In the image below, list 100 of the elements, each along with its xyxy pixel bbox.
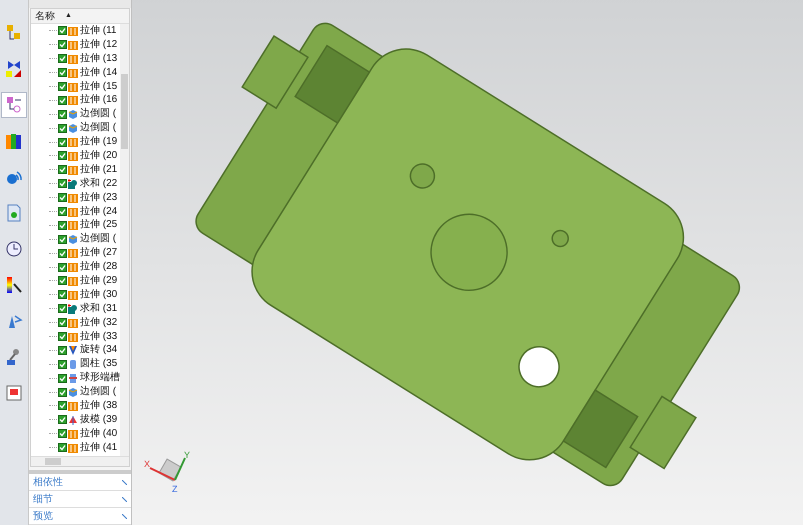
feature-label: 拉伸 (23 — [80, 192, 118, 203]
extrude-icon — [68, 137, 78, 148]
tree-row[interactable]: 拔模 (39 — [31, 412, 120, 427]
checkbox[interactable] — [58, 332, 67, 342]
tree-row[interactable]: 拉伸 (40 — [31, 426, 120, 441]
scrollbar-thumb[interactable] — [45, 458, 61, 465]
tree-row[interactable]: 拉伸 (13 — [31, 52, 120, 66]
feature-label: 边倒圆 ( — [80, 123, 116, 134]
tree-row[interactable]: 拉伸 (14 — [31, 66, 120, 80]
tree-row[interactable]: 旋转 (34 — [31, 343, 120, 358]
feature-label: 拉伸 (38 — [80, 400, 118, 411]
checkbox[interactable] — [58, 40, 67, 50]
checkbox[interactable] — [58, 346, 67, 355]
tree-row[interactable]: 求和 (31 — [31, 302, 120, 316]
extrude-icon — [68, 95, 78, 106]
checkbox[interactable] — [58, 374, 67, 383]
tree-row[interactable]: 拉伸 (15 — [31, 80, 120, 94]
checkbox[interactable] — [58, 82, 67, 91]
checkbox[interactable] — [58, 110, 67, 119]
scrollbar-thumb[interactable] — [121, 74, 128, 149]
feature-label: 求和 (22 — [80, 178, 118, 189]
section-header[interactable]: 细节 — [29, 491, 131, 508]
section-header[interactable]: 相依性 — [29, 474, 131, 491]
feature-label: 拔模 (39 — [80, 414, 118, 425]
tree-row[interactable]: 边倒圆 ( — [31, 107, 120, 122]
tree-row[interactable]: 拉伸 (24 — [31, 204, 120, 218]
feature-label: 拉伸 (13 — [80, 54, 118, 64]
extrude-icon — [68, 318, 78, 328]
tree-row[interactable]: 拉伸 (23 — [31, 190, 120, 205]
checkbox[interactable] — [58, 179, 67, 188]
checkbox[interactable] — [58, 138, 67, 147]
extrude-icon — [68, 442, 78, 453]
extrude-icon — [68, 54, 78, 64]
feature-label: 拉伸 (27 — [80, 248, 118, 258]
tree-row[interactable]: 拉伸 (27 — [31, 246, 120, 260]
calendar-icon — [5, 384, 23, 402]
tree-row[interactable]: 拉伸 (30 — [31, 288, 120, 302]
tree-row[interactable]: 边倒圆 ( — [31, 232, 120, 246]
feature-label: 拉伸 (32 — [80, 318, 118, 328]
checkbox[interactable] — [58, 360, 67, 369]
extrude-icon — [68, 290, 78, 300]
chevron-icon — [122, 480, 127, 484]
checkbox[interactable] — [58, 68, 67, 78]
vertical-scrollbar[interactable] — [120, 24, 129, 456]
checkbox[interactable] — [58, 388, 67, 397]
checkbox[interactable] — [58, 429, 67, 438]
tree-row[interactable]: 拉伸 (32 — [31, 316, 120, 330]
checkbox[interactable] — [58, 207, 67, 216]
checkbox[interactable] — [58, 96, 67, 105]
feature-label: 拉伸 (28 — [80, 262, 118, 272]
feature-label: 圆柱 (35 — [80, 359, 118, 370]
revolve-icon — [68, 345, 78, 356]
checkbox[interactable] — [58, 290, 67, 300]
tree-row[interactable]: 拉伸 (33 — [31, 330, 120, 344]
tree-row[interactable]: 求和 (22 — [31, 176, 120, 191]
checkbox[interactable] — [58, 165, 67, 174]
checkbox[interactable] — [58, 151, 67, 160]
checkbox[interactable] — [58, 248, 67, 258]
extrude-icon — [68, 248, 78, 258]
tree-row[interactable]: 球形端槽 — [31, 371, 120, 386]
horizontal-scrollbar[interactable] — [31, 456, 129, 466]
feature-label: 拉伸 (41 — [80, 442, 118, 453]
feature-label: 拉伸 (40 — [80, 428, 118, 439]
checkbox[interactable] — [58, 193, 67, 202]
checkbox[interactable] — [58, 234, 67, 244]
tree-row[interactable]: 拉伸 (19 — [31, 135, 120, 150]
shapes-icon — [5, 60, 23, 78]
checkbox[interactable] — [58, 443, 67, 452]
checkbox[interactable] — [58, 276, 67, 286]
cube-icon — [68, 109, 78, 120]
tree-row[interactable]: 边倒圆 ( — [31, 385, 120, 400]
tree-row[interactable]: 拉伸 (29 — [31, 274, 120, 288]
checkbox[interactable] — [58, 220, 67, 230]
checkbox[interactable] — [58, 401, 67, 410]
checkbox[interactable] — [58, 26, 67, 36]
section-header[interactable]: 预览 — [29, 508, 131, 525]
extrude-icon — [68, 26, 78, 36]
checkbox[interactable] — [58, 318, 67, 328]
tree-row[interactable]: 拉伸 (11 — [31, 24, 120, 38]
tree-row[interactable]: 拉伸 (12 — [31, 38, 120, 52]
tree-row[interactable]: 拉伸 (20 — [31, 149, 120, 163]
extrude-icon — [68, 220, 78, 230]
tree-row[interactable]: 拉伸 (25 — [31, 218, 120, 232]
checkbox[interactable] — [58, 304, 67, 314]
tree-row[interactable]: 边倒圆 ( — [31, 121, 120, 136]
tree-row[interactable]: 拉伸 (38 — [31, 399, 120, 413]
tree-row[interactable]: 拉伸 (28 — [31, 260, 120, 274]
feature-label: 拉伸 (20 — [80, 150, 118, 161]
feature-label: 拉伸 (11 — [80, 26, 116, 36]
feature-label: 拉伸 (30 — [80, 290, 118, 300]
checkbox[interactable] — [58, 54, 67, 64]
toolbar-button[interactable] — [1, 92, 27, 118]
checkbox[interactable] — [58, 262, 67, 272]
tree-icon — [5, 96, 23, 114]
tree-row[interactable]: 拉伸 (21 — [31, 162, 120, 177]
tree-row[interactable]: 拉伸 (41 — [31, 440, 120, 455]
checkbox[interactable] — [58, 415, 67, 424]
tree-row[interactable]: 拉伸 (16 — [31, 93, 120, 108]
checkbox[interactable] — [58, 124, 67, 133]
tree-row[interactable]: 圆柱 (35 — [31, 357, 120, 372]
